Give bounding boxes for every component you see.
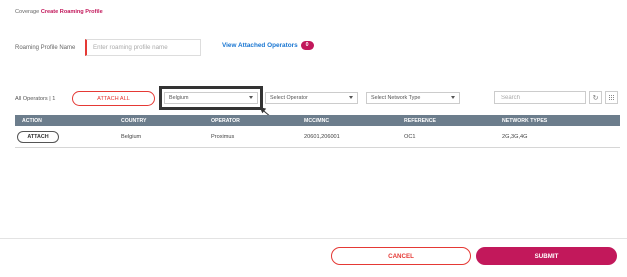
cancel-button[interactable]: CANCEL: [331, 247, 471, 265]
search-input[interactable]: [494, 91, 586, 104]
cell-operator: Proximus: [211, 133, 235, 140]
view-attached-operators[interactable]: View Attached Operators 0: [222, 41, 314, 50]
cell-mcc-mnc: 20601,206001: [304, 133, 340, 140]
chevron-down-icon: [349, 96, 353, 99]
cell-country: Belgium: [121, 133, 142, 140]
column-header-country[interactable]: COUNTRY: [121, 118, 146, 124]
column-header-action[interactable]: ACTION: [22, 118, 42, 124]
breadcrumb-parent[interactable]: Coverage: [15, 9, 39, 15]
table-row: ATTACH Belgium Proximus 20601,206001 OC1…: [15, 126, 620, 148]
country-select[interactable]: Belgium: [164, 92, 258, 104]
all-operators-text: All Operators: [15, 96, 48, 102]
chevron-down-icon: [451, 96, 455, 99]
column-header-operator[interactable]: OPERATOR: [211, 118, 240, 124]
profile-name-input[interactable]: [85, 39, 201, 56]
all-operators-separator: |: [49, 96, 51, 102]
breadcrumb-current: Create Roaming Profile: [40, 9, 103, 15]
operator-select[interactable]: Select Operator: [265, 92, 358, 104]
footer-divider: [0, 238, 627, 239]
network-type-select[interactable]: Select Network Type: [366, 92, 460, 104]
refresh-icon: ↻: [592, 94, 599, 102]
network-type-select-value: Select Network Type: [371, 95, 421, 101]
all-operators-label: All Operators | 1: [15, 96, 55, 102]
attach-button[interactable]: ATTACH: [17, 130, 59, 143]
attach-all-button[interactable]: ATTACH ALL: [72, 91, 155, 106]
country-select-value: Belgium: [169, 95, 189, 101]
table-header: ACTION COUNTRY OPERATOR MCC/MNC REFERENC…: [15, 115, 620, 126]
view-attached-operators-link[interactable]: View Attached Operators: [222, 42, 298, 49]
column-header-mcc-mnc[interactable]: MCC/MNC: [304, 118, 329, 124]
profile-name-label: Roaming Profile Name: [15, 44, 76, 51]
operator-select-value: Select Operator: [270, 95, 308, 101]
cell-reference: OC1: [404, 133, 416, 140]
submit-button[interactable]: SUBMIT: [476, 247, 617, 265]
column-header-network-types[interactable]: NETWORK TYPES: [502, 118, 547, 124]
attached-count-badge: 0: [300, 41, 314, 50]
grid-view-icon: [608, 94, 615, 101]
all-operators-count: 1: [52, 96, 56, 102]
breadcrumb: Coverage Create Roaming Profile: [15, 9, 103, 15]
column-header-reference[interactable]: REFERENCE: [404, 118, 436, 124]
operators-table: ACTION COUNTRY OPERATOR MCC/MNC REFERENC…: [15, 115, 620, 148]
profile-name-row: Roaming Profile Name: [15, 39, 201, 56]
grid-view-button[interactable]: [605, 91, 618, 104]
cell-network-types: 2G,3G,4G: [502, 133, 528, 140]
refresh-button[interactable]: ↻: [589, 91, 602, 104]
chevron-down-icon: [249, 96, 253, 99]
